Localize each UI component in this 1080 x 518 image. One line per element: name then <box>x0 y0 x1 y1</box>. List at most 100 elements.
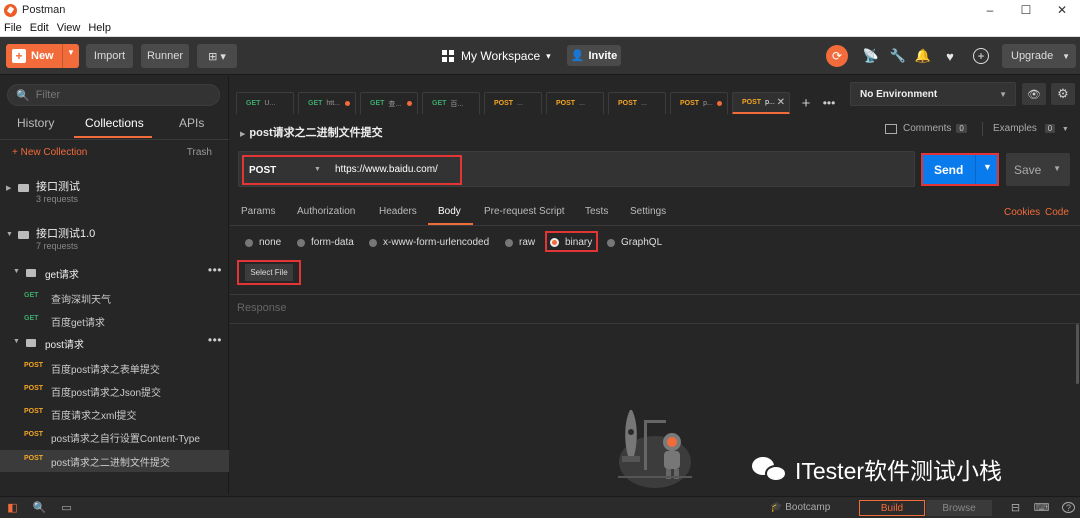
menu-file[interactable]: File <box>0 22 26 34</box>
tab-settings[interactable]: Settings <box>630 206 666 217</box>
request-item[interactable]: POST post请求之自行设置Content-Type <box>0 426 229 448</box>
method-caret-icon[interactable]: ▼ <box>314 166 321 173</box>
tab-tests[interactable]: Tests <box>585 206 608 217</box>
comments-button[interactable]: Comments 0 <box>885 123 967 134</box>
search-icon[interactable]: 🔍 <box>33 502 47 514</box>
watermark: ITester软件测试小栈 <box>752 452 1002 486</box>
request-tab-active[interactable]: POST p... ✕ <box>732 92 790 114</box>
expand-arrow-icon[interactable]: ▶ <box>6 184 11 192</box>
menu-help[interactable]: Help <box>84 22 115 34</box>
tab-method: POST <box>618 100 638 107</box>
request-tab[interactable]: POST... <box>608 92 666 114</box>
new-button[interactable]: + New ▼ <box>6 44 79 68</box>
request-item[interactable]: GET 百度get请求 <box>0 310 229 332</box>
tab-authorization[interactable]: Authorization <box>297 206 355 217</box>
radio-form-data[interactable]: form-data <box>297 237 354 248</box>
close-tab-icon[interactable]: ✕ <box>777 97 785 108</box>
close-window-button[interactable]: ✕ <box>1044 0 1080 20</box>
select-file-button[interactable]: Select File <box>245 264 293 281</box>
request-tab[interactable]: GET U... <box>236 92 294 114</box>
folder-item[interactable]: ▼ post请求 ••• <box>0 333 229 355</box>
collapse-arrow-icon[interactable]: ▼ <box>6 231 13 238</box>
sync-icon[interactable]: ⟳ <box>826 45 848 67</box>
tab-body[interactable]: Body <box>438 206 461 217</box>
request-tab[interactable]: GET htt... <box>298 92 356 114</box>
new-window-button[interactable]: ⊞ ▾ <box>197 44 237 68</box>
tab-more-button[interactable]: ••• <box>818 92 840 114</box>
notifications-bell-icon[interactable]: 🔔 <box>915 48 931 64</box>
invite-button[interactable]: 👤 Invite <box>567 45 621 66</box>
radio-x-www-form-urlencoded[interactable]: x-www-form-urlencoded <box>369 237 489 248</box>
more-options-icon[interactable]: ••• <box>208 263 222 277</box>
request-tab[interactable]: POST p... <box>670 92 728 114</box>
request-tab[interactable]: POST... <box>484 92 542 114</box>
bootcamp-label: Bootcamp <box>785 502 831 513</box>
request-tab[interactable]: GET 查... <box>360 92 418 114</box>
add-circle-icon[interactable]: + <box>973 48 989 64</box>
collapse-arrow-icon[interactable]: ▼ <box>13 338 20 345</box>
send-dropdown-icon[interactable]: ▼ <box>983 162 992 172</box>
tab-apis[interactable]: APIs <box>179 116 204 130</box>
filter-input[interactable]: 🔍 Filter <box>7 84 220 106</box>
menu-edit[interactable]: Edit <box>26 22 53 34</box>
url-input[interactable]: https://www.baidu.com/ <box>335 164 438 175</box>
save-dropdown-icon[interactable]: ▼ <box>1053 164 1061 173</box>
request-tab[interactable]: POST... <box>546 92 604 114</box>
tab-method: POST <box>680 100 700 107</box>
code-link[interactable]: Code <box>1045 207 1069 218</box>
tab-params[interactable]: Params <box>241 206 275 217</box>
two-pane-view-icon[interactable]: ⊟ <box>1009 502 1022 514</box>
bootcamp-button[interactable]: 🎓 Bootcamp <box>770 502 830 513</box>
console-icon[interactable]: ▭ <box>60 502 73 514</box>
filter-placeholder: Filter <box>35 89 61 101</box>
request-tab[interactable]: GET 百... <box>422 92 480 114</box>
tab-pre-request-script[interactable]: Pre-request Script <box>484 206 565 217</box>
help-icon[interactable]: ? <box>1062 502 1075 513</box>
toggle-sidebar-icon[interactable]: ◧ <box>6 502 19 514</box>
request-item[interactable]: POST 百度post请求之表单提交 <box>0 357 229 379</box>
tab-collections[interactable]: Collections <box>85 116 144 130</box>
heart-icon[interactable]: ♥ <box>942 48 958 64</box>
expand-arrow-icon[interactable]: ▶ <box>240 131 245 138</box>
send-button[interactable]: Send ▼ <box>921 153 999 186</box>
browse-mode-button[interactable]: Browse <box>926 500 992 516</box>
examples-button[interactable]: Examples 0 ▼ <box>993 123 1069 134</box>
request-item[interactable]: GET 查询深圳天气 <box>0 287 229 309</box>
environment-quick-look-icon[interactable]: 👁 <box>1022 83 1046 105</box>
gear-icon[interactable]: ⚙ <box>1051 83 1075 105</box>
response-scrollbar[interactable] <box>1076 324 1079 384</box>
collection-item[interactable]: ▶ 接口测试 3 requests <box>0 178 229 208</box>
cookies-link[interactable]: Cookies <box>1004 207 1040 218</box>
tab-headers[interactable]: Headers <box>379 206 417 217</box>
environment-selector[interactable]: No Environment ▼ <box>850 82 1016 106</box>
collapse-arrow-icon[interactable]: ▼ <box>13 268 20 275</box>
radio-none[interactable]: none <box>245 237 281 248</box>
add-tab-button[interactable]: + <box>796 92 816 114</box>
request-item[interactable]: POST 百度post请求之Json提交 <box>0 380 229 402</box>
workspace-selector[interactable]: My Workspace ▾ <box>442 46 551 66</box>
keyboard-shortcuts-icon[interactable]: ⌨ <box>1034 502 1050 514</box>
tab-history[interactable]: History <box>17 116 54 130</box>
request-title[interactable]: ▶ post请求之二进制文件提交 <box>240 124 383 140</box>
radio-raw[interactable]: raw <box>505 237 535 248</box>
request-item-selected[interactable]: POST post请求之二进制文件提交 <box>0 450 229 472</box>
import-button[interactable]: Import <box>86 44 133 68</box>
build-mode-button[interactable]: Build <box>859 500 925 516</box>
more-options-icon[interactable]: ••• <box>208 333 222 347</box>
new-collection-button[interactable]: + New Collection <box>12 147 87 158</box>
request-item[interactable]: POST 百度请求之xml提交 <box>0 403 229 425</box>
interceptor-icon[interactable]: 📡 <box>863 48 879 64</box>
minimize-button[interactable]: – <box>972 0 1008 20</box>
save-button[interactable]: Save ▼ <box>1006 153 1070 186</box>
settings-wrench-icon[interactable]: 🔧 <box>890 48 906 64</box>
method-select[interactable]: POST <box>249 165 276 176</box>
runner-button[interactable]: Runner <box>141 44 189 68</box>
collection-item[interactable]: ▼ 接口测试1.0 7 requests <box>0 225 229 255</box>
maximize-button[interactable]: ☐ <box>1008 0 1044 20</box>
menu-view[interactable]: View <box>53 22 85 34</box>
new-dropdown-icon[interactable]: ▼ <box>67 48 75 57</box>
trash-button[interactable]: Trash <box>187 147 212 158</box>
upgrade-button[interactable]: Upgrade ▼ <box>1002 44 1076 68</box>
folder-item[interactable]: ▼ get请求 ••• <box>0 263 229 285</box>
radio-graphql[interactable]: GraphQL <box>607 237 662 248</box>
